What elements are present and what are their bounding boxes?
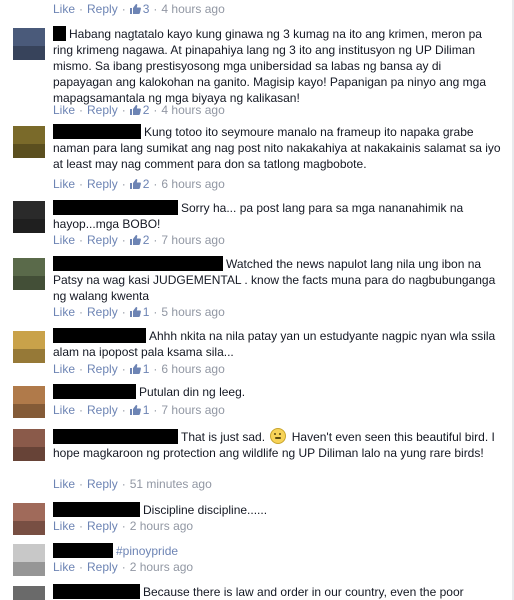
reply-link[interactable]: Reply (87, 233, 118, 247)
avatar[interactable] (13, 258, 45, 290)
redacted-author-name (53, 256, 223, 271)
thumbs-up-icon[interactable] (129, 405, 141, 415)
comment-actions: Like · Reply · 2 · 7 hours ago (53, 233, 225, 247)
like-link[interactable]: Like (53, 560, 75, 574)
avatar[interactable] (13, 201, 45, 233)
comment-actions: Like · Reply · 2 hours ago (53, 519, 194, 533)
comment-actions: Like · Reply · 51 minutes ago (53, 477, 212, 491)
comment-timestamp[interactable]: 5 hours ago (161, 305, 224, 319)
like-link[interactable]: Like (53, 177, 75, 191)
comment-timestamp[interactable]: 6 hours ago (161, 177, 224, 191)
comment-timestamp[interactable]: 2 hours ago (130, 519, 193, 533)
redacted-author-name (53, 429, 178, 444)
thumbs-up-icon[interactable] (129, 235, 141, 245)
comment-text-part-1: That is just sad. (181, 430, 266, 444)
comment-timestamp[interactable]: 6 hours ago (161, 362, 224, 376)
comment-text-wrap: Ahhh nkita na nila patay yan un estudyan… (53, 328, 503, 360)
thumbs-up-icon[interactable] (129, 105, 141, 115)
comment-text-wrap: #pinoypride (53, 543, 503, 559)
comment-text: #pinoypride (116, 544, 179, 558)
reply-link[interactable]: Reply (87, 177, 118, 191)
redacted-author-name (53, 200, 178, 215)
comment-timestamp[interactable]: 7 hours ago (161, 233, 224, 247)
comment-timestamp[interactable]: 2 hours ago (130, 560, 193, 574)
comment-text-wrap: Watched the news napulot lang nila ung i… (53, 256, 503, 304)
comment-actions: Like · Reply · 2 hours ago (53, 560, 194, 574)
comment-text-wrap: Because there is law and order in our co… (53, 584, 503, 600)
redacted-author-name (53, 502, 140, 517)
reply-link[interactable]: Reply (87, 305, 118, 319)
like-link[interactable]: Like (53, 233, 75, 247)
avatar[interactable] (13, 331, 45, 363)
comment-text-wrap: Sorry ha... pa post lang para sa mga nan… (53, 200, 503, 232)
comment-actions: Like · Reply · 1 · 6 hours ago (53, 362, 225, 376)
comment-actions: Like · Reply · 2 · 6 hours ago (53, 177, 225, 191)
thumbs-up-icon[interactable] (129, 364, 141, 374)
redacted-author-name (53, 328, 146, 343)
avatar[interactable] (13, 429, 45, 461)
comment-text: Discipline discipline...... (143, 503, 268, 517)
comment-timestamp[interactable]: 51 minutes ago (130, 477, 212, 491)
reply-link[interactable]: Reply (87, 103, 118, 117)
like-count[interactable]: 2 (143, 233, 150, 247)
like-link[interactable]: Like (53, 305, 75, 319)
comment-text-wrap: Kung totoo ito seymoure manalo na frameu… (53, 124, 503, 172)
comment-text-wrap: That is just sad. Haven't even seen this… (53, 428, 503, 461)
frown-emoji-icon (270, 428, 287, 444)
thumbs-up-icon[interactable] (129, 307, 141, 317)
comment-timestamp[interactable]: 7 hours ago (161, 403, 224, 417)
comment-timestamp[interactable]: 4 hours ago (161, 2, 224, 16)
like-link[interactable]: Like (53, 2, 75, 16)
redacted-author-name (53, 26, 66, 41)
like-count[interactable]: 1 (143, 362, 150, 376)
reply-link[interactable]: Reply (87, 362, 118, 376)
like-count[interactable]: 1 (143, 403, 150, 417)
like-link[interactable]: Like (53, 477, 75, 491)
avatar[interactable] (13, 28, 45, 60)
like-count[interactable]: 3 (143, 2, 150, 16)
like-link[interactable]: Like (53, 362, 75, 376)
comment-actions: Like · Reply · 3 · 4 hours ago (53, 2, 225, 16)
comment-actions: Like · Reply · 1 · 5 hours ago (53, 305, 225, 319)
redacted-author-name (53, 384, 136, 399)
reply-link[interactable]: Reply (87, 2, 118, 16)
reply-link[interactable]: Reply (87, 560, 118, 574)
avatar[interactable] (13, 503, 45, 535)
comment-text-wrap: Discipline discipline...... (53, 502, 503, 518)
reply-link[interactable]: Reply (87, 519, 118, 533)
redacted-author-name (53, 124, 141, 139)
comment-text-wrap: Habang nagtatalo kayo kung ginawa ng 3 k… (53, 26, 503, 106)
like-link[interactable]: Like (53, 403, 75, 417)
avatar[interactable] (13, 126, 45, 158)
like-link[interactable]: Like (53, 519, 75, 533)
comment-actions: Like · Reply · 2 · 4 hours ago (53, 103, 225, 117)
comment-text: Putulan din ng leeg. (139, 385, 246, 399)
avatar[interactable] (13, 386, 45, 418)
comment-actions: Like · Reply · 1 · 7 hours ago (53, 403, 225, 417)
like-count[interactable]: 2 (143, 103, 150, 117)
like-link[interactable]: Like (53, 103, 75, 117)
comment-text-wrap: Putulan din ng leeg. (53, 384, 503, 400)
thumbs-up-icon[interactable] (129, 179, 141, 189)
comment-text: Habang nagtatalo kayo kung ginawa ng 3 k… (53, 27, 486, 105)
comment-timestamp[interactable]: 4 hours ago (161, 103, 224, 117)
like-count[interactable]: 2 (143, 177, 150, 191)
reply-link[interactable]: Reply (87, 477, 118, 491)
redacted-author-name (53, 584, 140, 599)
redacted-author-name (53, 543, 113, 558)
like-count[interactable]: 1 (143, 305, 150, 319)
avatar[interactable] (13, 544, 45, 576)
thumbs-up-icon[interactable] (129, 4, 141, 14)
comment-text: Because there is law and order in our co… (143, 585, 464, 599)
reply-link[interactable]: Reply (87, 403, 118, 417)
avatar[interactable] (13, 586, 45, 600)
